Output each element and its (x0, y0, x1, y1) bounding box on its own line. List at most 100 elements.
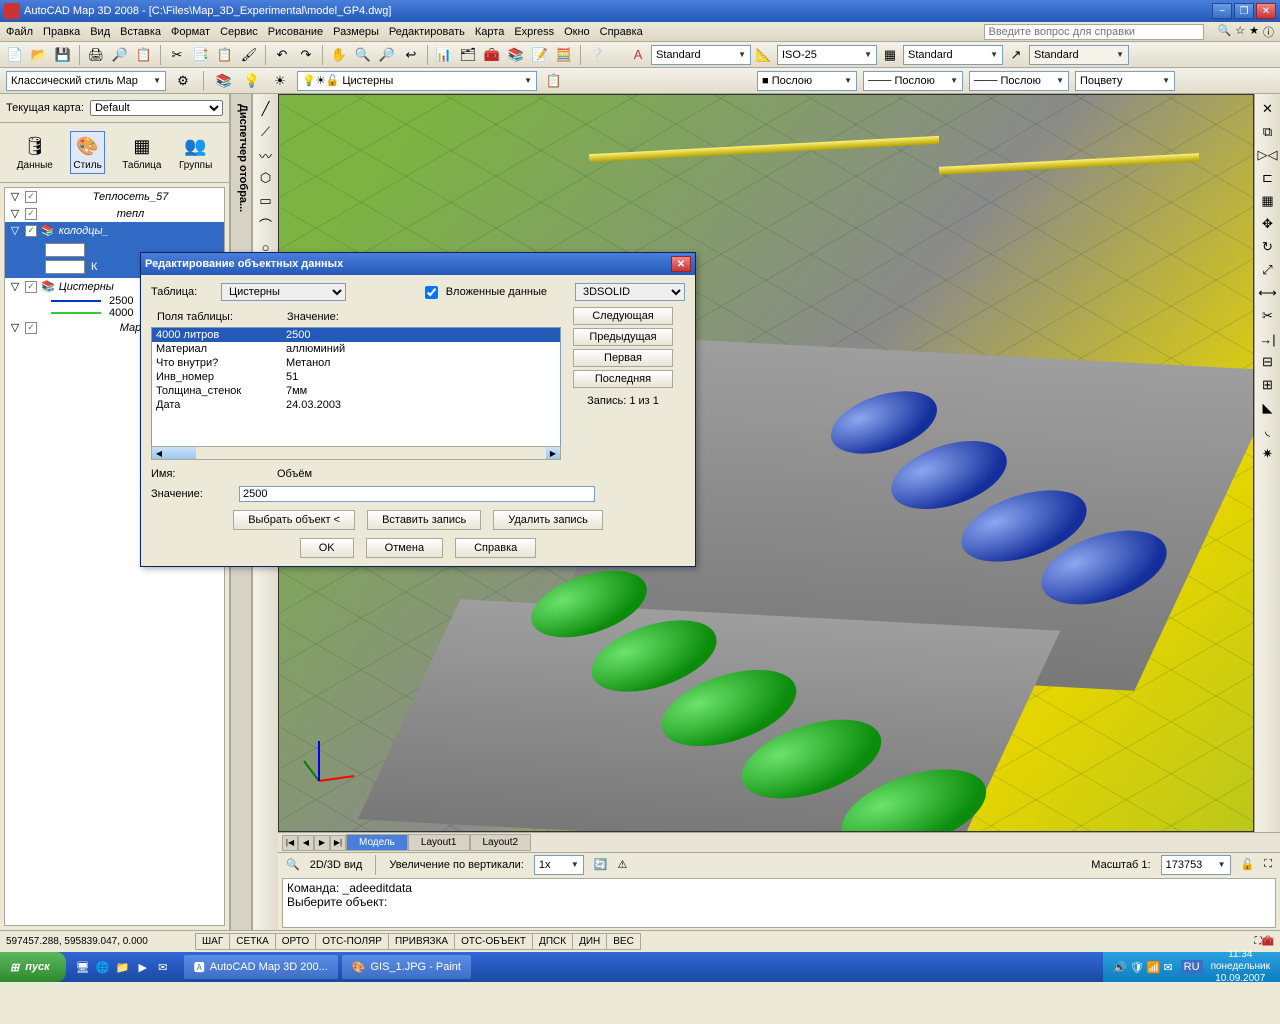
task-groups[interactable]: 👥Группы (179, 134, 212, 171)
menu-window[interactable]: Окно (564, 26, 590, 38)
zscale-combo[interactable]: 1x▼ (534, 855, 584, 875)
arc-icon[interactable]: ⌒ (255, 213, 277, 235)
help-search-input[interactable] (984, 24, 1204, 40)
fields-list[interactable]: 4000 литров2500 Материалаллюминий Что вн… (151, 327, 561, 447)
info-icon[interactable]: ⓘ (1263, 24, 1274, 40)
minimize-button[interactable]: − (1212, 3, 1232, 19)
toggle-dyn[interactable]: ДИН (572, 933, 607, 950)
markup-icon[interactable]: 📝 (529, 44, 551, 66)
task-style[interactable]: 🎨Стиль (70, 131, 104, 174)
tray-icon[interactable]: ✉ (1163, 961, 1172, 974)
mode-icon[interactable]: 🔍 (286, 858, 300, 871)
pline-icon[interactable]: 〰 (255, 144, 277, 166)
tab-model[interactable]: Модель (346, 834, 408, 851)
menu-draw[interactable]: Рисование (268, 26, 323, 38)
current-map-select[interactable]: Default (90, 100, 223, 116)
layer-tool-icon[interactable]: 📋 (543, 70, 565, 92)
layer-props-icon[interactable]: 📚 (213, 70, 235, 92)
cancel-button[interactable]: Отмена (366, 538, 443, 558)
preview-icon[interactable]: 🔎 (109, 44, 131, 66)
refresh-icon[interactable]: 🔄 (594, 858, 608, 871)
tray-icon[interactable]: 📶 (1147, 961, 1161, 974)
erase-icon[interactable]: ✕ (1257, 98, 1279, 120)
menu-express[interactable]: Express (514, 26, 554, 38)
table-select[interactable]: Цистерны (221, 283, 346, 301)
undo-icon[interactable]: ↶ (271, 44, 293, 66)
dim-icon[interactable]: 📐 (753, 44, 775, 66)
toggle-ortho[interactable]: ОРТО (275, 933, 316, 950)
tp-icon[interactable]: 🧰 (481, 44, 503, 66)
rotate-icon[interactable]: ↻ (1257, 236, 1279, 258)
h-scrollbar[interactable]: ◀▶ (151, 446, 561, 460)
lweight-combo[interactable]: ─── Послою▼ (969, 71, 1069, 91)
toggle-otrack[interactable]: ОТС-ОБЪЕКТ (454, 933, 533, 950)
max-icon[interactable]: ⛶ (1264, 858, 1272, 871)
toggle-grid[interactable]: СЕТКА (229, 933, 276, 950)
toggle-lwt[interactable]: ВЕС (606, 933, 641, 950)
ql-explorer-icon[interactable]: 📁 (114, 958, 132, 976)
next-button[interactable]: Следующая (573, 307, 673, 325)
ltype-combo[interactable]: ─── Послою▼ (863, 71, 963, 91)
mlead-style-combo[interactable]: Standard▼ (1029, 45, 1129, 65)
tab-first-icon[interactable]: |◀ (282, 835, 298, 851)
polygon-icon[interactable]: ⬡ (255, 167, 277, 189)
cut-icon[interactable]: ✂ (166, 44, 188, 66)
tab-layout1[interactable]: Layout1 (408, 834, 470, 851)
open-icon[interactable]: 📂 (28, 44, 50, 66)
calc-icon[interactable]: 🧮 (553, 44, 575, 66)
toggle-osnap[interactable]: ПРИВЯЗКА (388, 933, 455, 950)
mirror-icon[interactable]: ▷◁ (1257, 144, 1279, 166)
toggle-polar[interactable]: ОТС-ПОЛЯР (315, 933, 389, 950)
coords[interactable]: 597457.288, 595839.047, 0.000 (6, 936, 196, 947)
tab-layout2[interactable]: Layout2 (470, 834, 532, 851)
task-table[interactable]: ▦Таблица (122, 134, 161, 171)
star2-icon[interactable]: ★ (1249, 24, 1259, 40)
stretch-icon[interactable]: ⟷ (1257, 282, 1279, 304)
tray-icon[interactable]: 🛡 (1130, 961, 1144, 974)
move-icon[interactable]: ✥ (1257, 213, 1279, 235)
table-style-combo[interactable]: Standard▼ (903, 45, 1003, 65)
layer-combo[interactable]: 💡☀🔓 Цистерны▼ (297, 71, 537, 91)
toggle-ducs[interactable]: ДПСК (532, 933, 573, 950)
menu-help[interactable]: Справка (600, 26, 643, 38)
insert-record-button[interactable]: Вставить запись (367, 510, 481, 530)
menu-dim[interactable]: Размеры (333, 26, 379, 38)
tab-next-icon[interactable]: ▶ (314, 835, 330, 851)
bulb-icon[interactable]: 💡 (241, 70, 263, 92)
toggle-snap[interactable]: ШАГ (195, 933, 230, 950)
plotstyle-combo[interactable]: Поцвету▼ (1075, 71, 1175, 91)
command-window[interactable]: Команда: _adeeditdata Выберите объект: (282, 878, 1276, 928)
ws-settings-icon[interactable]: ⚙ (172, 70, 194, 92)
dc-icon[interactable]: 🗂 (457, 44, 479, 66)
paste-icon[interactable]: 📋 (214, 44, 236, 66)
fillet-icon[interactable]: ◟ (1257, 420, 1279, 442)
ql-desktop-icon[interactable]: 🖥 (74, 958, 92, 976)
prev-button[interactable]: Предыдущая (573, 328, 673, 346)
ql-wmp-icon[interactable]: ▶ (134, 958, 152, 976)
freeze-icon[interactable]: ☀ (269, 70, 291, 92)
menu-format[interactable]: Формат (171, 26, 210, 38)
search-icon[interactable]: 🔍 (1218, 24, 1232, 40)
publish-icon[interactable]: 📋 (133, 44, 155, 66)
cleanscreen-icon[interactable]: ⛶ (1255, 936, 1262, 947)
menu-file[interactable]: Файл (6, 26, 33, 38)
tab-last-icon[interactable]: ▶| (330, 835, 346, 851)
pan-icon[interactable]: ✋ (328, 44, 350, 66)
restore-button[interactable]: ❐ (1234, 3, 1254, 19)
last-button[interactable]: Последняя (573, 370, 673, 388)
new-icon[interactable]: 📄 (4, 44, 26, 66)
array-icon[interactable]: ▦ (1257, 190, 1279, 212)
print-icon[interactable]: 🖨 (85, 44, 107, 66)
zoomprev-icon[interactable]: ↩ (400, 44, 422, 66)
menu-modify[interactable]: Редактировать (389, 26, 465, 38)
close-button[interactable]: ✕ (1256, 3, 1276, 19)
text-icon[interactable]: A (627, 44, 649, 66)
extend-icon[interactable]: →| (1257, 328, 1279, 350)
offset-icon[interactable]: ⊏ (1257, 167, 1279, 189)
taskbar-item-autocad[interactable]: 🅰AutoCAD Map 3D 200... (184, 955, 338, 979)
props-icon[interactable]: 📊 (433, 44, 455, 66)
break-icon[interactable]: ⊟ (1257, 351, 1279, 373)
tray-clock[interactable]: 11:34 понедельник 10.09.2007 (1211, 949, 1270, 985)
star-icon[interactable]: ☆ (1235, 24, 1245, 40)
dim-style-combo[interactable]: ISO-25▼ (777, 45, 877, 65)
